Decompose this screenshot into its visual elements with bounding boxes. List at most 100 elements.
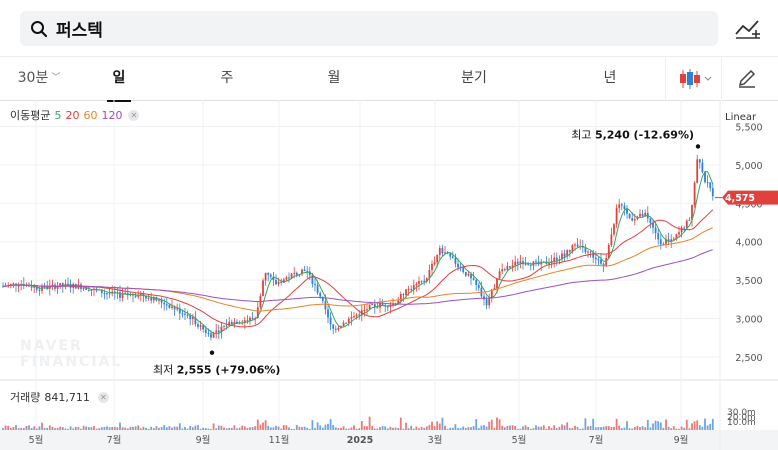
ma-20[interactable]: 20 xyxy=(65,109,79,122)
volume-bar xyxy=(454,424,457,430)
volume-bar xyxy=(446,428,449,430)
volume-bar xyxy=(103,426,106,430)
candle-body xyxy=(693,182,696,205)
volume-bar xyxy=(147,428,150,430)
candle-body xyxy=(327,309,329,318)
volume-bar xyxy=(433,426,436,430)
search-bar[interactable]: 퍼스텍 xyxy=(20,11,718,46)
volume-bar xyxy=(139,428,142,430)
candle-body xyxy=(210,333,212,338)
volume-bar xyxy=(301,427,303,430)
volume-bar xyxy=(207,428,210,430)
volume-bar xyxy=(233,425,236,430)
volume-bar xyxy=(675,428,678,430)
volume-bar xyxy=(173,426,176,430)
close-icon[interactable]: ✕ xyxy=(128,109,140,121)
candle-body xyxy=(420,280,423,282)
volume-bar xyxy=(501,425,504,430)
volume-bar xyxy=(314,428,316,430)
volume-bar xyxy=(262,422,264,430)
tab-month[interactable]: 월 xyxy=(322,57,346,101)
stock-chart-screen: 퍼스텍 30분 ﹀ 일 주 월 분기 년 5,500 5,000 4,500 4,000… xyxy=(0,0,778,450)
volume-bar xyxy=(295,425,298,430)
candlestick-type-icon[interactable] xyxy=(676,67,716,91)
scale-toggle[interactable]: Linear xyxy=(725,112,756,123)
candle-body xyxy=(303,269,306,272)
volume-bar xyxy=(269,427,272,430)
tab-week[interactable]: 주 xyxy=(215,57,239,101)
volume-bar xyxy=(4,425,7,430)
volume-bar xyxy=(152,428,155,430)
volume-bar xyxy=(576,427,579,430)
volume-bar xyxy=(704,418,706,430)
volume-bar xyxy=(490,419,493,430)
candle-body xyxy=(454,257,457,264)
volume-bar xyxy=(197,425,199,430)
candle-body xyxy=(347,318,350,323)
search-query[interactable]: 퍼스텍 xyxy=(56,16,103,41)
candle-body xyxy=(181,313,184,315)
volume-bar xyxy=(145,427,147,430)
candle-body xyxy=(134,295,137,297)
volume-bar xyxy=(436,421,439,430)
candle-body xyxy=(163,302,166,305)
volume-bar xyxy=(17,428,20,430)
ma-120[interactable]: 120 xyxy=(101,109,122,122)
tab-30min[interactable]: 30분 ﹀ xyxy=(16,57,62,101)
volume-bar xyxy=(215,428,218,430)
tab-quarter[interactable]: 분기 xyxy=(454,57,494,101)
volume-bar xyxy=(428,424,431,430)
ma-60[interactable]: 60 xyxy=(83,109,97,122)
candle-body xyxy=(405,289,407,296)
volume-bar xyxy=(259,424,262,430)
volume-bar xyxy=(420,426,423,430)
volume-bar xyxy=(698,425,701,430)
volume-bar xyxy=(298,426,301,430)
ma-5[interactable]: 5 xyxy=(54,109,61,122)
volume-bar xyxy=(311,420,314,430)
candle-body xyxy=(706,182,709,184)
volume-bar xyxy=(334,427,337,430)
volume-bar xyxy=(228,428,231,430)
tab-day[interactable]: 일 xyxy=(107,57,131,102)
candle-body xyxy=(501,269,504,272)
candle-body xyxy=(594,257,597,260)
volume-bar xyxy=(61,427,64,430)
volume-bar xyxy=(69,426,72,430)
moving-average-line-20 xyxy=(2,209,714,328)
candle-body xyxy=(423,280,426,282)
candle-body xyxy=(386,306,389,308)
volume-bar xyxy=(527,426,530,430)
watermark-text: NAVER xyxy=(20,338,83,354)
close-icon[interactable]: ✕ xyxy=(97,391,109,403)
candle-body xyxy=(197,324,199,327)
candle-body xyxy=(17,285,20,287)
volume-bar xyxy=(337,428,340,430)
candle-body xyxy=(402,294,405,296)
candle-body xyxy=(485,299,488,306)
candle-body xyxy=(363,309,366,311)
candle-body xyxy=(576,244,579,247)
volume-bar xyxy=(100,427,103,430)
compare-chart-icon[interactable] xyxy=(734,16,762,42)
volume-bars xyxy=(2,416,714,430)
candle-body xyxy=(587,251,589,253)
candle-body xyxy=(280,281,283,284)
ma-legend-label: 이동평균 xyxy=(10,109,51,122)
price-chart[interactable]: 5,5005,0004,5004,0003,5003,0002,5005월 7월 9… xyxy=(0,100,778,450)
candle-body xyxy=(488,298,491,306)
volume-bar xyxy=(535,425,537,430)
candle-body xyxy=(249,317,251,321)
pencil-icon[interactable] xyxy=(736,67,758,89)
volume-bar xyxy=(113,426,116,430)
volume-bar xyxy=(519,428,522,430)
time-tick-label: 7월 xyxy=(107,434,122,446)
candle-body xyxy=(207,332,210,334)
tab-year[interactable]: 년 xyxy=(598,57,622,101)
candle-body xyxy=(678,232,680,235)
volume-bar xyxy=(98,428,101,430)
volume-bar xyxy=(321,427,324,430)
volume-bar xyxy=(615,418,618,430)
candle-body xyxy=(285,277,288,280)
volume-bar xyxy=(324,424,327,430)
